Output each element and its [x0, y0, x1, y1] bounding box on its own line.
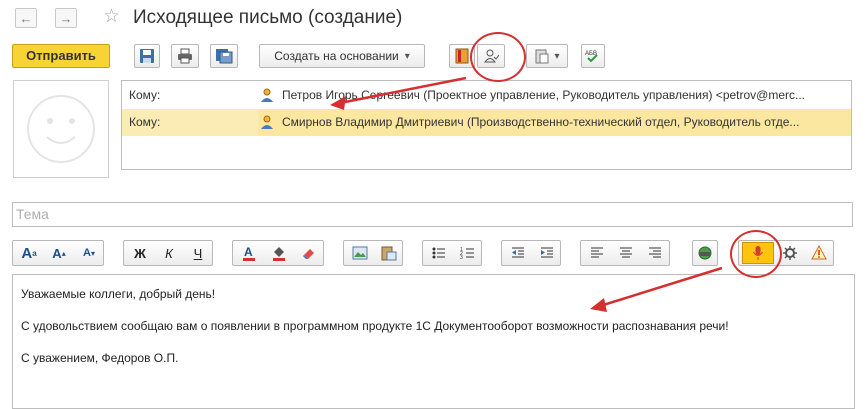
annotation-arrows: [330, 76, 723, 312]
annotation-arrow: [599, 266, 723, 308]
annotation-arrow: [339, 76, 467, 105]
arrowhead-icon: [330, 96, 346, 110]
arrowhead-icon: [590, 298, 607, 312]
